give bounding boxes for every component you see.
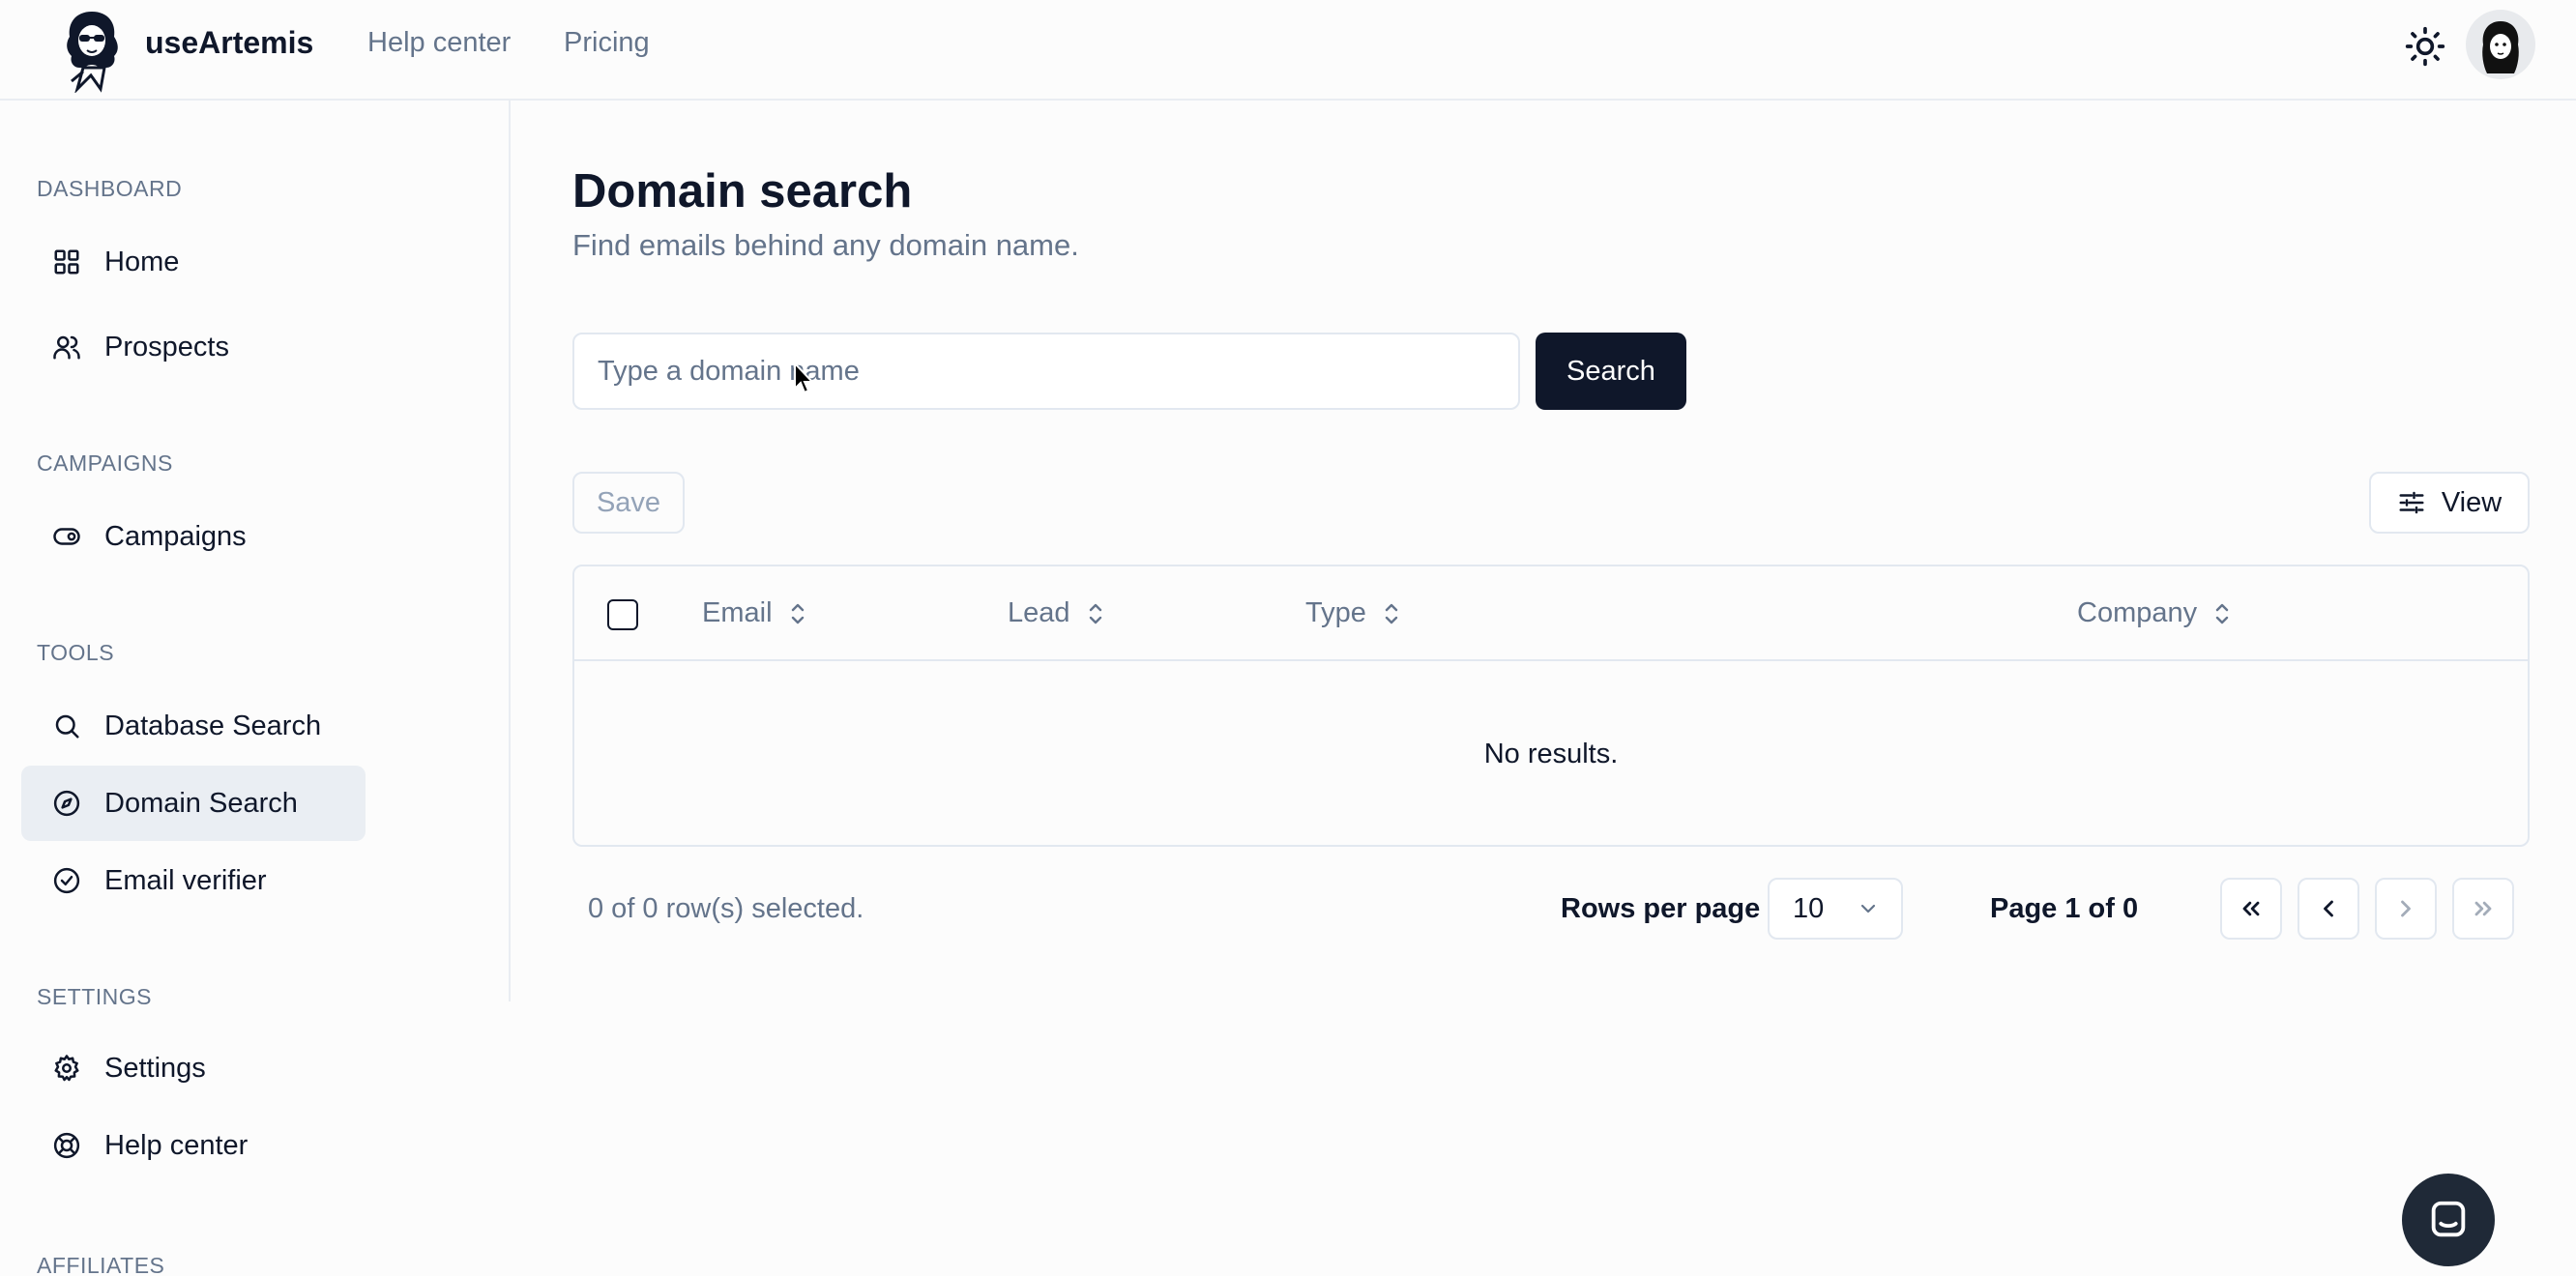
lifebuoy-icon bbox=[53, 1132, 80, 1159]
rows-per-page-label: Rows per page bbox=[1561, 893, 1761, 924]
last-page-button[interactable] bbox=[2452, 878, 2514, 940]
search-button[interactable]: Search bbox=[1536, 333, 1686, 410]
chat-support-button[interactable] bbox=[2402, 1174, 2495, 1266]
sliders-icon bbox=[2399, 491, 2424, 514]
artemis-logo-icon[interactable] bbox=[58, 8, 126, 93]
gear-icon bbox=[54, 1055, 79, 1082]
chevrons-left-icon bbox=[2242, 901, 2260, 916]
sort-icon bbox=[2215, 603, 2229, 624]
page-subtitle: Find emails behind any domain name. bbox=[572, 228, 1079, 262]
page-title: Domain search bbox=[572, 165, 913, 218]
sidebar-item-label: Database Search bbox=[104, 710, 322, 741]
sidebar-item-campaigns[interactable]: Campaigns bbox=[21, 499, 366, 574]
check-circle-icon bbox=[53, 867, 80, 894]
sidebar-item-home[interactable]: Home bbox=[21, 224, 366, 300]
save-button[interactable]: Save bbox=[572, 472, 685, 534]
chevron-right-icon bbox=[2401, 900, 2411, 917]
user-avatar[interactable] bbox=[2466, 10, 2535, 79]
selection-count: 0 of 0 row(s) selected. bbox=[588, 893, 864, 924]
chevrons-right-icon bbox=[2474, 901, 2492, 916]
sidebar-section-affiliates: AFFILIATES bbox=[37, 1253, 165, 1276]
sidebar-item-label: Campaigns bbox=[104, 520, 247, 552]
table-header: Email Lead Type Company bbox=[574, 566, 2528, 661]
column-label: Type bbox=[1305, 597, 1366, 628]
sort-icon bbox=[1385, 603, 1398, 624]
column-header-company[interactable]: Company bbox=[2077, 597, 2234, 629]
sidebar-item-label: Email verifier bbox=[104, 864, 267, 896]
grid-icon bbox=[54, 249, 79, 275]
chat-icon bbox=[2431, 1201, 2466, 1237]
sidebar-item-label: Domain Search bbox=[104, 787, 298, 819]
next-page-button[interactable] bbox=[2375, 878, 2437, 940]
column-header-email[interactable]: Email bbox=[702, 597, 809, 629]
nav-link-help-center[interactable]: Help center bbox=[367, 27, 511, 59]
sidebar-section-settings: SETTINGS bbox=[37, 984, 153, 1009]
sidebar-item-email-verifier[interactable]: Email verifier bbox=[21, 843, 366, 918]
sidebar-section-tools: TOOLS bbox=[37, 640, 115, 665]
empty-state: No results. bbox=[1483, 738, 1619, 769]
brand-name[interactable]: useArtemis bbox=[145, 25, 313, 61]
sort-icon bbox=[791, 603, 804, 624]
sidebar-item-database-search[interactable]: Database Search bbox=[21, 688, 366, 764]
view-options-button[interactable]: View bbox=[2369, 472, 2530, 534]
sidebar-item-label: Help center bbox=[104, 1129, 249, 1161]
sidebar-section-dashboard: DASHBOARD bbox=[37, 176, 183, 201]
nav-link-pricing[interactable]: Pricing bbox=[564, 27, 650, 59]
sidebar-item-help-center[interactable]: Help center bbox=[21, 1108, 366, 1183]
search-icon bbox=[55, 714, 79, 739]
mouse-cursor-icon bbox=[794, 362, 815, 394]
sidebar-item-label: Prospects bbox=[104, 331, 229, 362]
view-label: View bbox=[2441, 486, 2503, 518]
sun-icon[interactable] bbox=[2404, 25, 2446, 68]
sort-icon bbox=[1089, 603, 1101, 624]
rows-per-page-value: 10 bbox=[1793, 892, 1825, 924]
domain-search-input[interactable] bbox=[572, 333, 1520, 410]
sidebar-section-campaigns: CAMPAIGNS bbox=[37, 450, 173, 476]
sidebar-item-prospects[interactable]: Prospects bbox=[21, 309, 366, 385]
column-label: Company bbox=[2077, 597, 2198, 628]
previous-page-button[interactable] bbox=[2298, 878, 2359, 940]
sidebar-item-label: Settings bbox=[104, 1052, 206, 1084]
page-indicator: Page 1 of 0 bbox=[1990, 893, 2139, 924]
toggle-icon bbox=[53, 528, 80, 545]
users-icon bbox=[53, 335, 80, 360]
sidebar-item-label: Home bbox=[104, 246, 180, 277]
results-table: Email Lead Type Company No results. bbox=[572, 565, 2530, 847]
sidebar-item-settings[interactable]: Settings bbox=[21, 1030, 366, 1106]
column-header-lead[interactable]: Lead bbox=[1008, 597, 1107, 629]
column-label: Lead bbox=[1008, 597, 1070, 628]
sidebar: DASHBOARD Home Prospects CAMPAIGNS Campa… bbox=[0, 101, 511, 1009]
column-header-type[interactable]: Type bbox=[1305, 597, 1403, 629]
compass-icon bbox=[53, 790, 80, 817]
rows-per-page-select[interactable]: 10 bbox=[1768, 878, 1903, 940]
sidebar-item-domain-search[interactable]: Domain Search bbox=[21, 766, 366, 841]
select-all-checkbox[interactable] bbox=[607, 599, 638, 630]
column-label: Email bbox=[702, 597, 773, 628]
top-navbar: useArtemis Help center Pricing bbox=[0, 0, 2576, 101]
chevron-down-icon bbox=[1860, 904, 1876, 914]
first-page-button[interactable] bbox=[2220, 878, 2282, 940]
chevron-left-icon bbox=[2324, 900, 2333, 917]
